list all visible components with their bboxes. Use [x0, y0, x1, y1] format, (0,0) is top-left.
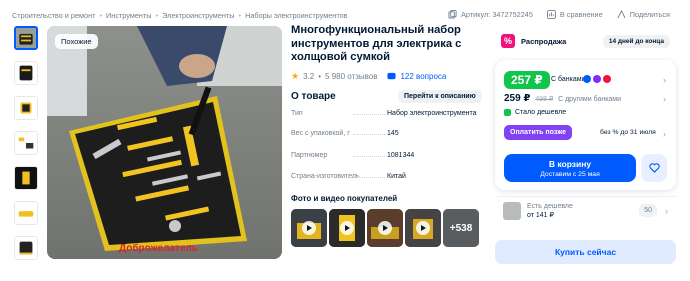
customer-video[interactable]	[329, 209, 365, 247]
bank-price-label: С банками	[551, 76, 586, 83]
add-to-cart-label: В корзину	[548, 159, 592, 169]
buy-now-button[interactable]: Купить сейчас	[495, 240, 676, 264]
customer-video[interactable]	[367, 209, 403, 247]
cheaper-offers-row[interactable]: Есть дешевле от 141 ₽ 50 ›	[495, 196, 676, 224]
breadcrumb-item[interactable]: Строительство и ремонт	[12, 11, 95, 20]
offer-thumbnail	[503, 201, 521, 220]
share-button[interactable]: Поделиться	[617, 10, 670, 19]
breadcrumb-item[interactable]: Инструменты	[106, 11, 152, 20]
product-meta-bar: Артикул: 3472752245 В сравнение Поделить…	[448, 10, 670, 19]
play-icon	[416, 221, 430, 235]
customer-media-more[interactable]: +538	[443, 209, 479, 247]
spec-value: 1081344	[387, 152, 415, 159]
play-icon	[378, 221, 392, 235]
chat-icon	[387, 72, 397, 80]
breadcrumb-separator: •	[155, 11, 159, 20]
chevron-right-icon[interactable]: ›	[663, 129, 666, 139]
thumbnail[interactable]	[14, 166, 38, 190]
thumbnail[interactable]	[14, 236, 38, 260]
pay-later-note: без % до 31 июля	[600, 129, 656, 136]
dot-separator: •	[318, 72, 322, 81]
sale-days-left: 14 дней до конца	[602, 34, 670, 48]
spec-key: Вес с упаковкой, г	[291, 130, 387, 137]
spec-row: Страна-изготовитель Китай	[291, 173, 481, 180]
spec-row: Партномер 1081344	[291, 152, 481, 159]
sale-banner[interactable]: % Распродажа 14 дней до конца	[495, 31, 676, 51]
bank-logo-icon	[603, 75, 611, 83]
thumbnail-list	[14, 26, 40, 271]
reviews-count[interactable]: 5 980 отзывов	[325, 72, 377, 81]
bank-logos	[583, 75, 611, 83]
article-label: Артикул: 3472752245	[461, 10, 533, 19]
price-dropped: Стало дешевле	[504, 109, 566, 116]
rating-row[interactable]: ★ 3.2 • 5 980 отзывов 122 вопроса	[291, 71, 446, 82]
watermark-text: Доброжелатель	[119, 243, 199, 254]
share-label: Поделиться	[629, 10, 670, 19]
cheaper-offers-price: от 141 ₽	[527, 211, 554, 219]
spec-value: Набор электроинструмента	[387, 110, 477, 117]
price-card: 257 ₽ С банками › 259 ₽ 498 ₽ С другими …	[495, 60, 676, 190]
add-to-cart-button[interactable]: В корзину Доставим с 25 мая	[504, 154, 636, 182]
chevron-right-icon: ›	[665, 205, 668, 216]
compare-button[interactable]: В сравнение	[546, 10, 603, 19]
bank-price[interactable]: 257 ₽	[504, 71, 550, 89]
star-icon: ★	[291, 71, 300, 81]
spec-key: Партномер	[291, 152, 387, 159]
percent-icon: %	[501, 34, 515, 48]
thumbnail[interactable]	[14, 26, 38, 50]
customer-video[interactable]	[291, 209, 327, 247]
more-media-count: +538	[443, 209, 479, 247]
breadcrumb-separator: •	[238, 11, 242, 20]
other-price-row: 259 ₽ 498 ₽ С другими банками	[504, 93, 621, 104]
tool-kit-photo	[47, 26, 282, 259]
spec-row: Тип Набор электроинструмента	[291, 110, 481, 117]
other-price: 259 ₽	[504, 93, 531, 104]
spec-value: 145	[387, 130, 399, 137]
spec-row: Вес с упаковкой, г 145	[291, 130, 481, 137]
thumbnail[interactable]	[14, 201, 38, 225]
heart-icon	[648, 163, 660, 173]
spec-key: Тип	[291, 110, 387, 117]
pay-later-button[interactable]: Оплатить позже	[504, 125, 572, 140]
other-price-label: С другими банками	[558, 96, 622, 103]
compare-label: В сравнение	[559, 10, 603, 19]
spec-value: Китай	[387, 173, 406, 180]
customer-media-heading: Фото и видео покупателей	[291, 194, 398, 203]
play-icon	[302, 221, 316, 235]
compare-icon	[546, 10, 556, 19]
breadcrumb-item[interactable]: Наборы электроинструментов	[245, 11, 347, 20]
bank-logo-icon	[593, 75, 601, 83]
price-dropped-label: Стало дешевле	[515, 109, 567, 116]
customer-video[interactable]	[405, 209, 441, 247]
product-title: Многофункциональный набор инструментов д…	[291, 24, 462, 63]
article-number[interactable]: Артикул: 3472752245	[448, 10, 533, 19]
questions-count[interactable]: 122 вопроса	[400, 72, 446, 81]
price-down-icon	[504, 109, 511, 116]
thumbnail[interactable]	[14, 61, 38, 85]
breadcrumb-item[interactable]: Электроинструменты	[162, 11, 234, 20]
product-main-image[interactable]: Похожие Доброжелатель	[47, 26, 282, 259]
breadcrumb: Строительство и ремонт • Инструменты • Э…	[12, 11, 348, 20]
go-to-description-button[interactable]: Перейти к описанию	[398, 90, 482, 103]
similar-badge[interactable]: Похожие	[55, 34, 98, 49]
rating-value: 3.2	[303, 72, 315, 81]
old-price: 498 ₽	[535, 96, 554, 103]
chevron-right-icon[interactable]: ›	[663, 75, 666, 85]
about-heading: О товаре	[291, 91, 336, 102]
thumbnail[interactable]	[14, 96, 38, 120]
share-icon	[617, 10, 626, 19]
bank-logo-icon	[583, 75, 591, 83]
favorite-button[interactable]	[641, 154, 667, 182]
chevron-right-icon[interactable]: ›	[663, 94, 666, 104]
breadcrumb-separator: •	[99, 11, 103, 20]
play-icon	[340, 221, 354, 235]
sale-label: Распродажа	[521, 36, 567, 46]
cheaper-offers-label: Есть дешевле	[527, 202, 573, 210]
copy-icon	[448, 10, 457, 19]
cheaper-offers-text: Есть дешевле от 141 ₽	[527, 202, 573, 220]
delivery-date: Доставим с 25 мая	[540, 171, 600, 178]
thumbnail[interactable]	[14, 131, 38, 155]
spec-key: Страна-изготовитель	[291, 173, 387, 180]
offers-count: 50	[639, 204, 657, 217]
